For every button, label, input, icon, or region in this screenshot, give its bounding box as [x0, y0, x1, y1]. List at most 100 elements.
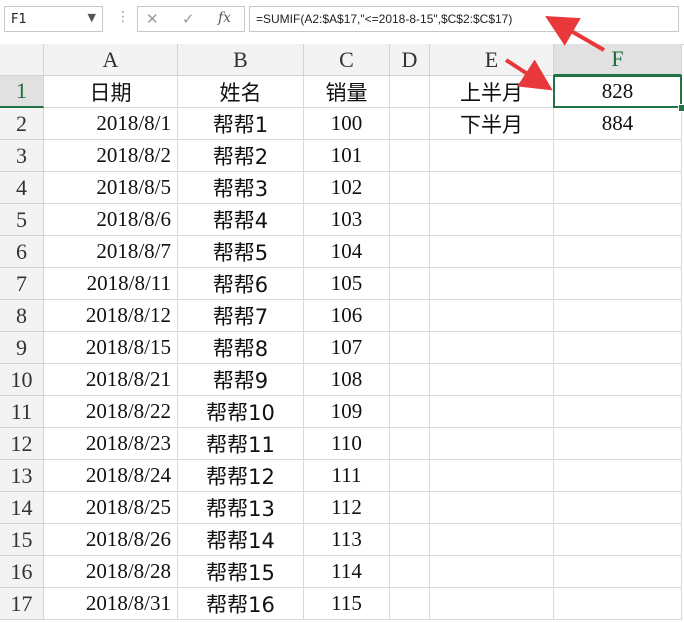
cell-b4[interactable]: 帮帮3: [178, 172, 304, 204]
cell-d4[interactable]: [390, 172, 430, 204]
row-header[interactable]: 3: [0, 140, 44, 172]
cell-f16[interactable]: [554, 556, 682, 588]
cell-b14[interactable]: 帮帮13: [178, 492, 304, 524]
cell-f12[interactable]: [554, 428, 682, 460]
cell-d7[interactable]: [390, 268, 430, 300]
row-header[interactable]: 9: [0, 332, 44, 364]
row-header[interactable]: 14: [0, 492, 44, 524]
cell-c17[interactable]: 115: [304, 588, 390, 620]
cell-b13[interactable]: 帮帮12: [178, 460, 304, 492]
cell-e1[interactable]: 上半月: [430, 76, 554, 108]
cell-a11[interactable]: 2018/8/22: [44, 396, 178, 428]
cell-d9[interactable]: [390, 332, 430, 364]
row-header[interactable]: 6: [0, 236, 44, 268]
cell-c5[interactable]: 103: [304, 204, 390, 236]
cell-a10[interactable]: 2018/8/21: [44, 364, 178, 396]
cell-b12[interactable]: 帮帮11: [178, 428, 304, 460]
cell-f7[interactable]: [554, 268, 682, 300]
cell-e14[interactable]: [430, 492, 554, 524]
row-header[interactable]: 7: [0, 268, 44, 300]
cell-f6[interactable]: [554, 236, 682, 268]
cell-b16[interactable]: 帮帮15: [178, 556, 304, 588]
cell-d8[interactable]: [390, 300, 430, 332]
cell-d17[interactable]: [390, 588, 430, 620]
cell-d10[interactable]: [390, 364, 430, 396]
cell-f17[interactable]: [554, 588, 682, 620]
cell-b3[interactable]: 帮帮2: [178, 140, 304, 172]
cell-a9[interactable]: 2018/8/15: [44, 332, 178, 364]
cell-e12[interactable]: [430, 428, 554, 460]
cell-a13[interactable]: 2018/8/24: [44, 460, 178, 492]
cell-f15[interactable]: [554, 524, 682, 556]
column-header-f[interactable]: F: [554, 44, 682, 76]
cell-a7[interactable]: 2018/8/11: [44, 268, 178, 300]
row-header[interactable]: 5: [0, 204, 44, 236]
cell-e2[interactable]: 下半月: [430, 108, 554, 140]
cell-c6[interactable]: 104: [304, 236, 390, 268]
cell-a12[interactable]: 2018/8/23: [44, 428, 178, 460]
cell-a5[interactable]: 2018/8/6: [44, 204, 178, 236]
row-header[interactable]: 15: [0, 524, 44, 556]
cell-a1[interactable]: 日期: [44, 76, 178, 108]
cell-c1[interactable]: 销量: [304, 76, 390, 108]
column-header-b[interactable]: B: [178, 44, 304, 76]
cell-d15[interactable]: [390, 524, 430, 556]
row-header[interactable]: 1: [0, 76, 44, 108]
row-header[interactable]: 10: [0, 364, 44, 396]
cell-f13[interactable]: [554, 460, 682, 492]
formula-input[interactable]: =SUMIF(A2:$A$17,"<=2018-8-15",$C$2:$C$17…: [249, 6, 679, 32]
cell-e3[interactable]: [430, 140, 554, 172]
cell-c16[interactable]: 114: [304, 556, 390, 588]
cell-c12[interactable]: 110: [304, 428, 390, 460]
cell-f14[interactable]: [554, 492, 682, 524]
cell-d13[interactable]: [390, 460, 430, 492]
cell-e9[interactable]: [430, 332, 554, 364]
cell-a15[interactable]: 2018/8/26: [44, 524, 178, 556]
row-header[interactable]: 16: [0, 556, 44, 588]
cell-d12[interactable]: [390, 428, 430, 460]
cell-d14[interactable]: [390, 492, 430, 524]
cell-e13[interactable]: [430, 460, 554, 492]
cell-c4[interactable]: 102: [304, 172, 390, 204]
cell-c15[interactable]: 113: [304, 524, 390, 556]
cell-a6[interactable]: 2018/8/7: [44, 236, 178, 268]
cell-e11[interactable]: [430, 396, 554, 428]
cell-a8[interactable]: 2018/8/12: [44, 300, 178, 332]
cell-c11[interactable]: 109: [304, 396, 390, 428]
cell-f11[interactable]: [554, 396, 682, 428]
cell-f4[interactable]: [554, 172, 682, 204]
cell-e4[interactable]: [430, 172, 554, 204]
cell-b6[interactable]: 帮帮5: [178, 236, 304, 268]
cell-b5[interactable]: 帮帮4: [178, 204, 304, 236]
cell-d3[interactable]: [390, 140, 430, 172]
cell-c9[interactable]: 107: [304, 332, 390, 364]
name-box[interactable]: F1 ▼: [4, 6, 103, 32]
cell-c14[interactable]: 112: [304, 492, 390, 524]
column-header-a[interactable]: A: [44, 44, 178, 76]
cell-b17[interactable]: 帮帮16: [178, 588, 304, 620]
column-header-c[interactable]: C: [304, 44, 390, 76]
cell-b7[interactable]: 帮帮6: [178, 268, 304, 300]
cell-e5[interactable]: [430, 204, 554, 236]
cell-a3[interactable]: 2018/8/2: [44, 140, 178, 172]
cell-a2[interactable]: 2018/8/1: [44, 108, 178, 140]
row-header[interactable]: 4: [0, 172, 44, 204]
cell-c8[interactable]: 106: [304, 300, 390, 332]
cell-e15[interactable]: [430, 524, 554, 556]
fill-handle[interactable]: [678, 104, 684, 112]
cell-a16[interactable]: 2018/8/28: [44, 556, 178, 588]
row-header[interactable]: 8: [0, 300, 44, 332]
cell-c2[interactable]: 100: [304, 108, 390, 140]
insert-function-icon[interactable]: fx: [218, 10, 231, 26]
cell-f10[interactable]: [554, 364, 682, 396]
enter-icon[interactable]: ✓: [182, 10, 195, 28]
row-header[interactable]: 12: [0, 428, 44, 460]
cell-b15[interactable]: 帮帮14: [178, 524, 304, 556]
cell-c13[interactable]: 111: [304, 460, 390, 492]
cell-c3[interactable]: 101: [304, 140, 390, 172]
cell-e7[interactable]: [430, 268, 554, 300]
cell-f2[interactable]: 884: [554, 108, 682, 140]
cell-d6[interactable]: [390, 236, 430, 268]
row-header[interactable]: 2: [0, 108, 44, 140]
cell-e17[interactable]: [430, 588, 554, 620]
